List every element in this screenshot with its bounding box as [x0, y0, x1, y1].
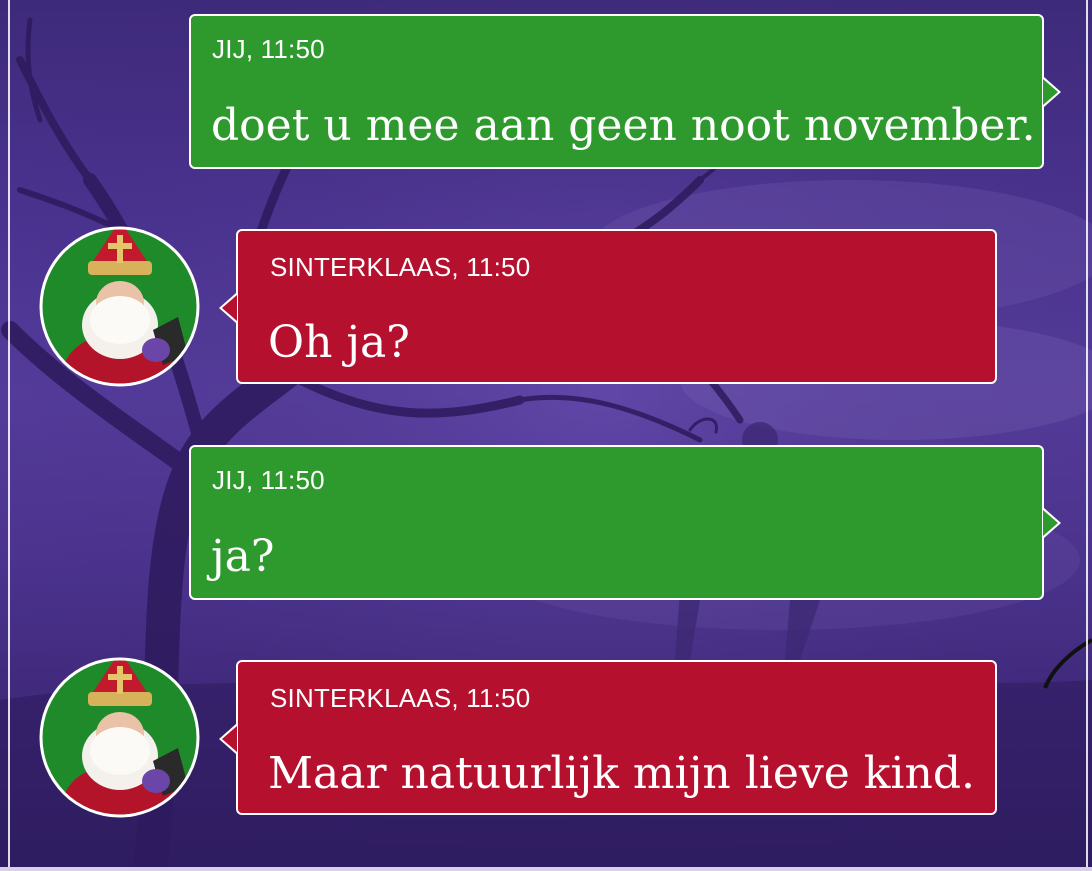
message-text: ja? — [211, 531, 275, 582]
message-bubble-user: JIJ, 11:50 ja? — [189, 445, 1061, 600]
bottom-frame-border — [0, 867, 1092, 871]
sinterklaas-avatar — [39, 657, 200, 818]
message-text: Maar natuurlijk mijn lieve kind. — [268, 748, 975, 799]
message-sender-time: JIJ, 11:50 — [212, 34, 325, 64]
left-frame-border — [8, 0, 10, 871]
message-text: doet u mee aan geen noot november. — [211, 100, 1036, 151]
right-frame-border — [1086, 0, 1088, 871]
message-sender-time: JIJ, 11:50 — [212, 465, 325, 495]
message-sender-time: SINTERKLAAS, 11:50 — [270, 252, 531, 282]
message-text: Oh ja? — [268, 317, 410, 368]
sinterklaas-avatar — [39, 226, 200, 387]
chat-screen: JIJ, 11:50 doet u mee aan geen noot nove… — [0, 0, 1092, 871]
message-bubble-sinterklaas: SINTERKLAAS, 11:50 Maar natuurlijk mijn … — [219, 660, 997, 815]
message-bubble-sinterklaas: SINTERKLAAS, 11:50 Oh ja? — [219, 229, 997, 384]
message-bubble-user: JIJ, 11:50 doet u mee aan geen noot nove… — [189, 14, 1061, 169]
message-sender-time: SINTERKLAAS, 11:50 — [270, 683, 531, 713]
